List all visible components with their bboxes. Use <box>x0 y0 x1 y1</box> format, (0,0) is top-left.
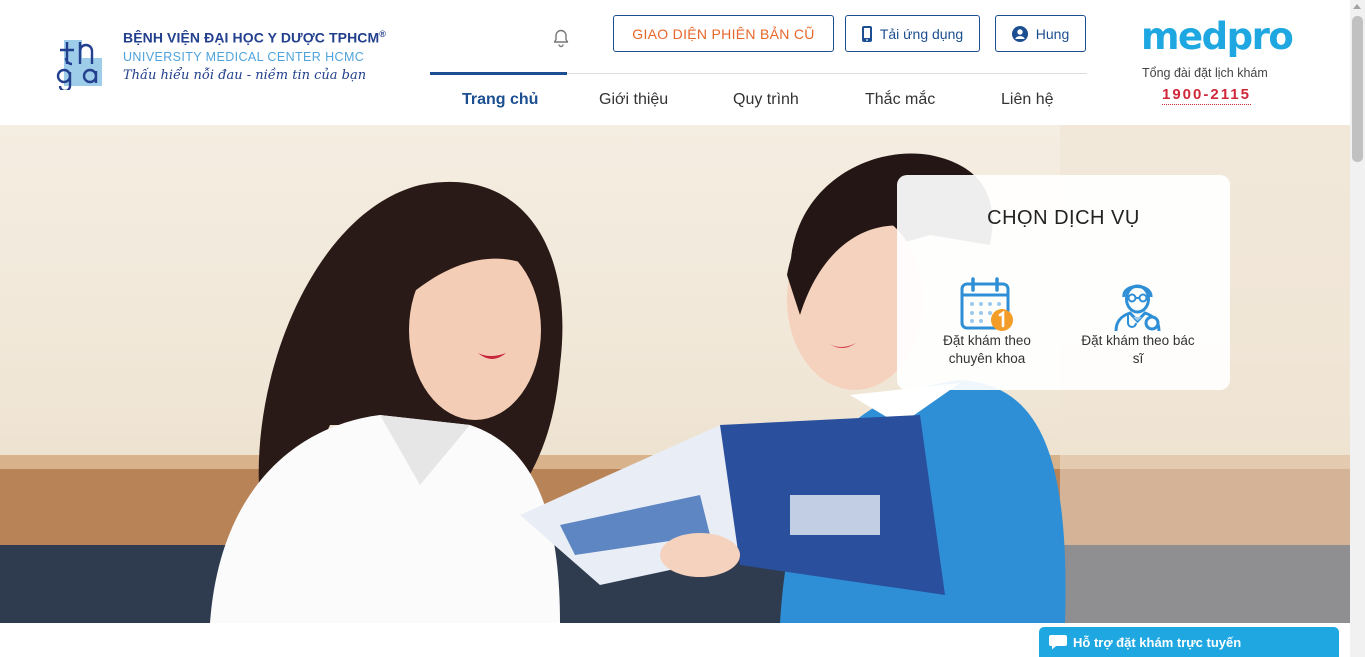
download-app-button[interactable]: Tải ứng dụng <box>845 15 980 52</box>
book-by-doctor-option[interactable]: Đặt khám theo bác sĩ <box>1078 275 1198 368</box>
book-by-doctor-label: Đặt khám theo bác sĩ <box>1081 333 1195 366</box>
page-scrollbar[interactable] <box>1350 0 1365 657</box>
user-avatar-icon <box>1011 25 1028 42</box>
nav-faq[interactable]: Thắc mắc <box>865 91 935 109</box>
service-card-title: CHỌN DỊCH VỤ <box>987 207 1140 229</box>
download-app-label: Tải ứng dụng <box>879 25 964 42</box>
umc-logo-icon[interactable] <box>54 36 106 90</box>
nav-contact[interactable]: Liên hệ <box>1001 91 1054 109</box>
chat-support-label: Hỗ trợ đặt khám trực tuyến <box>1073 634 1242 650</box>
chat-bubble-icon <box>1049 635 1067 650</box>
old-interface-button[interactable]: GIAO DIỆN PHIÊN BẢN CŨ <box>613 15 834 52</box>
hero-banner: CHỌN DỊCH VỤ Đặt khám theo chuyên khoa Đ… <box>0 125 1350 623</box>
user-name: Hung <box>1035 25 1070 42</box>
nav-about[interactable]: Giới thiệu <box>599 91 668 109</box>
nav-process[interactable]: Quy trình <box>733 91 799 109</box>
scrollbar-thumb[interactable] <box>1352 16 1363 162</box>
registered-mark: ® <box>379 29 387 39</box>
hotline-number[interactable]: 1900-2115 <box>1162 86 1251 105</box>
hospital-slogan: Thấu hiểu nỗi đau - niềm tin của bạn <box>123 67 367 83</box>
doctor-icon <box>1114 284 1161 332</box>
site-header: BỆNH VIỆN ĐẠI HỌC Y DƯỢC TPHCM® UNIVERSI… <box>0 0 1350 125</box>
online-booking-support-chat[interactable]: Hỗ trợ đặt khám trực tuyến <box>1039 627 1339 657</box>
hospital-name-vn: BỆNH VIỆN ĐẠI HỌC Y DƯỢC TPHCM® <box>123 29 387 46</box>
hospital-name-en: UNIVERSITY MEDICAL CENTER HCMC <box>123 49 365 64</box>
book-by-specialty-label: Đặt khám theo chuyên khoa <box>943 333 1031 366</box>
hotline-label: Tổng đài đặt lịch khám <box>1142 66 1268 80</box>
book-by-specialty-option[interactable]: Đặt khám theo chuyên khoa <box>927 275 1047 368</box>
nav-active-indicator <box>430 72 567 75</box>
phone-icon <box>861 25 872 42</box>
service-selection-card: CHỌN DỊCH VỤ Đặt khám theo chuyên khoa Đ… <box>897 175 1230 390</box>
user-account-button[interactable]: Hung <box>995 15 1086 52</box>
medpro-logo[interactable]: medpro <box>1141 18 1294 55</box>
hospital-name-block: BỆNH VIỆN ĐẠI HỌC Y DƯỢC TPHCM® UNIVERSI… <box>123 29 386 83</box>
bell-icon[interactable] <box>551 28 571 48</box>
nav-home[interactable]: Trang chủ <box>462 91 538 109</box>
scroll-up-arrow-icon[interactable] <box>1353 4 1361 9</box>
calendar-icon <box>960 277 1013 331</box>
